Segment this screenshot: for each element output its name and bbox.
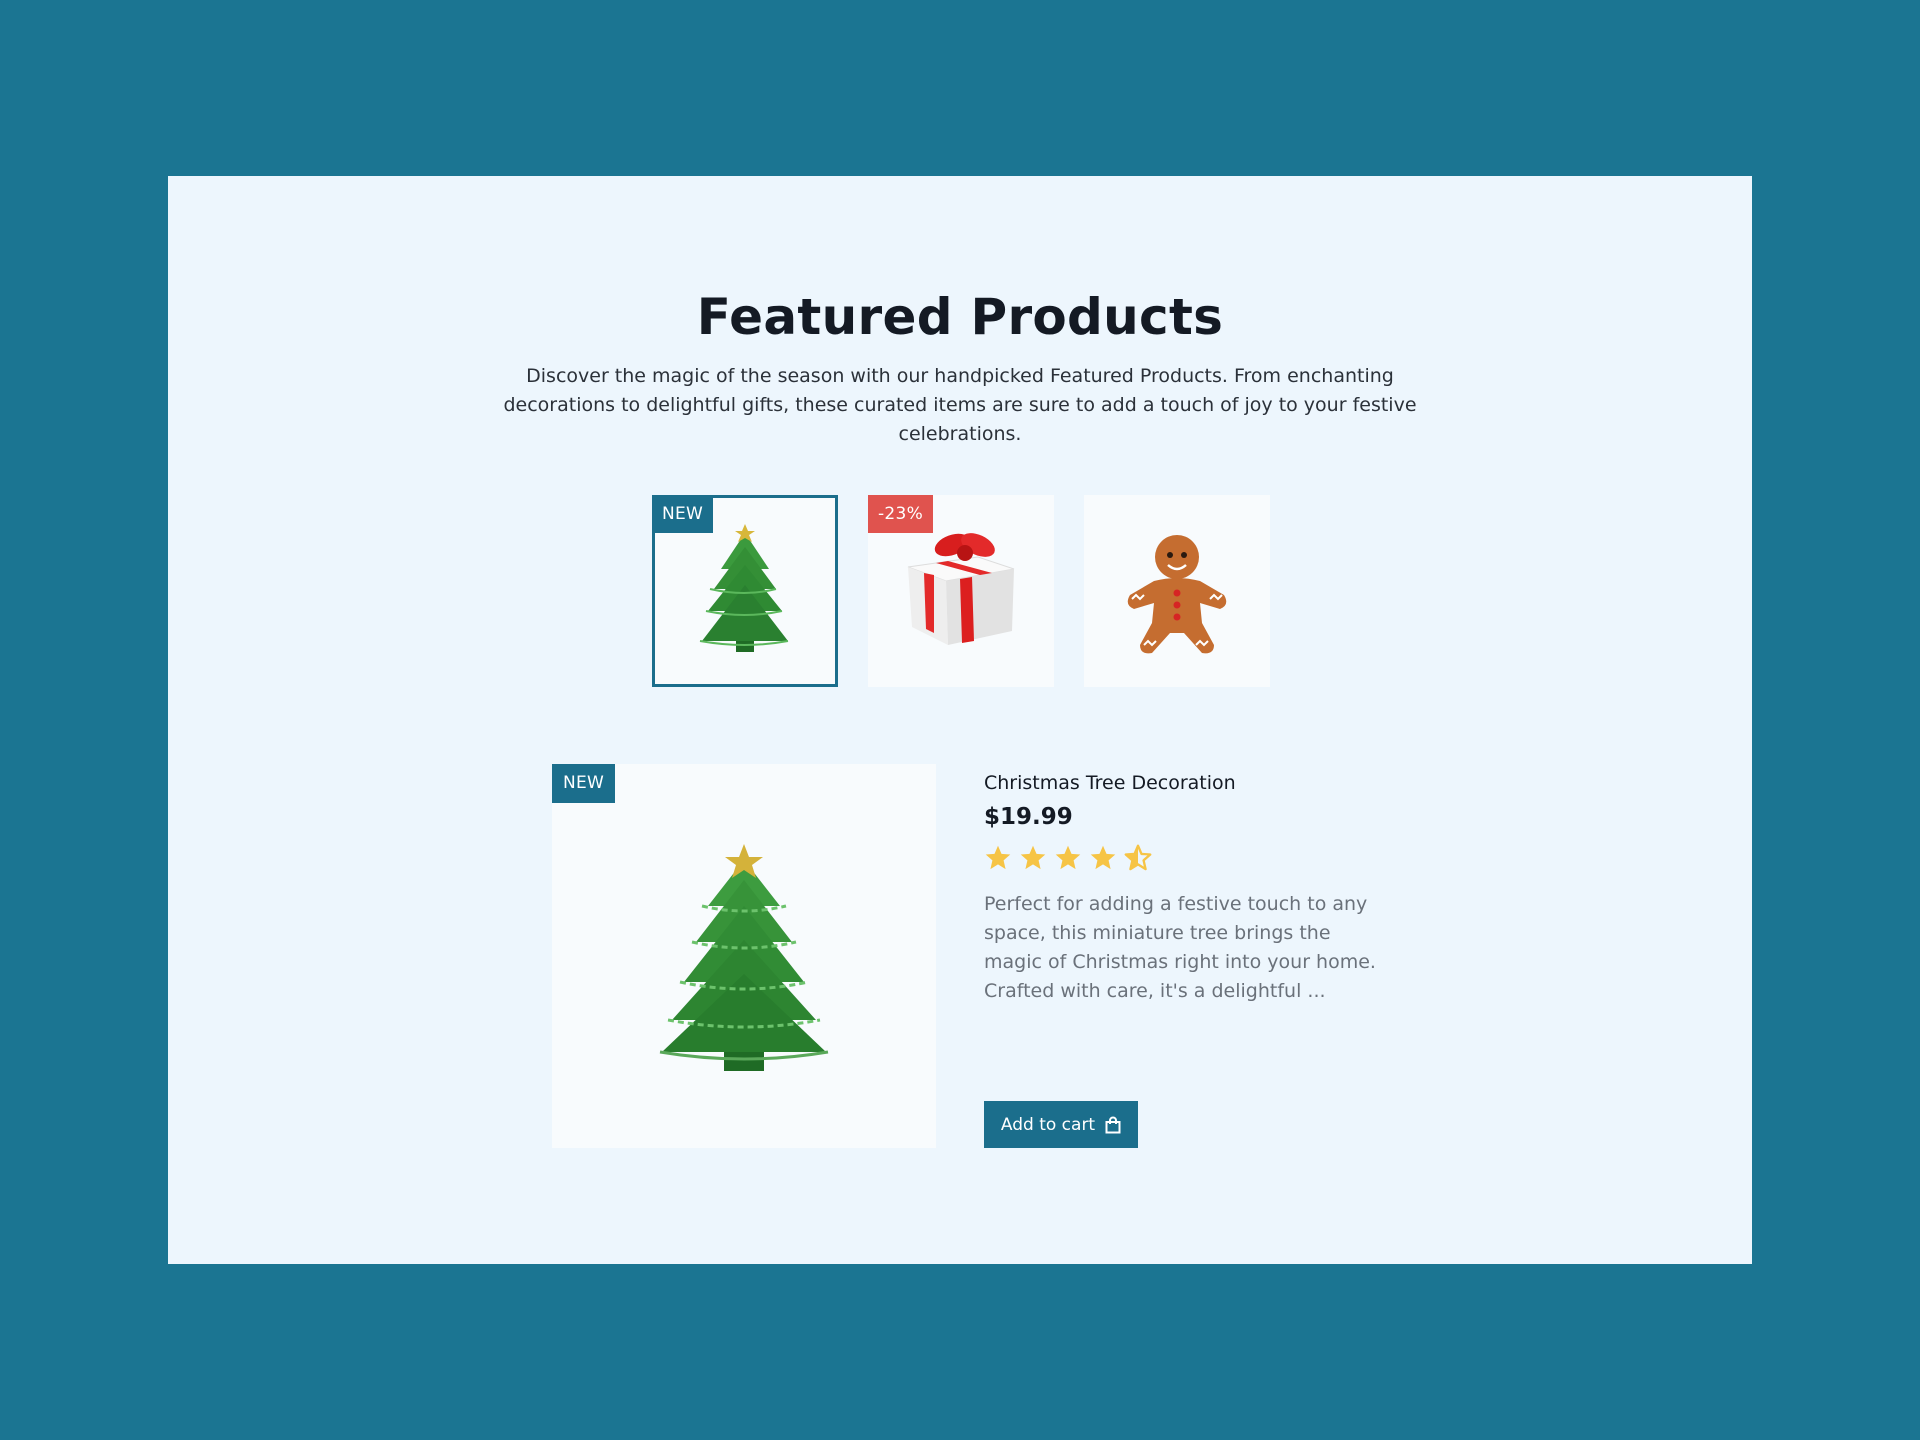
product-details: Christmas Tree Decoration $19.99 Perfect… xyxy=(984,764,1414,1006)
star-filled-icon xyxy=(1090,845,1116,870)
product-thumbnails: NEW -23% xyxy=(652,495,1270,687)
product-price: $19.99 xyxy=(984,804,1073,830)
star-filled-icon xyxy=(1020,845,1046,870)
star-filled-icon xyxy=(1055,845,1081,870)
section-title: Featured Products xyxy=(696,288,1224,346)
section-subtitle: Discover the magic of the season with ou… xyxy=(503,365,1417,445)
add-to-cart-label: Add to cart xyxy=(1000,1114,1096,1135)
thumbnail-gingerbread-man[interactable] xyxy=(1084,495,1270,687)
product-description: Perfect for adding a festive touch to an… xyxy=(984,893,1376,1002)
product-badge-new: NEW xyxy=(552,764,616,803)
star-half-icon xyxy=(1124,844,1152,871)
thumbnail-badge-new: NEW xyxy=(652,495,714,533)
add-to-cart-button[interactable]: Add to cart xyxy=(984,1101,1138,1148)
thumbnail-gift-box[interactable]: -23% xyxy=(868,495,1054,687)
product-main-image: NEW xyxy=(552,764,936,1148)
product-name: Christmas Tree Decoration xyxy=(984,772,1236,794)
thumbnail-badge-discount: -23% xyxy=(868,495,934,533)
shopping-bag-icon xyxy=(1105,1116,1121,1133)
product-rating xyxy=(984,844,1414,872)
star-filled-icon xyxy=(985,845,1011,870)
gingerbread-man-icon xyxy=(1127,535,1227,654)
featured-products-section: Featured Products Discover the magic of … xyxy=(168,176,1752,1264)
thumbnail-christmas-tree[interactable]: NEW xyxy=(652,495,838,687)
christmas-tree-icon xyxy=(659,844,829,1071)
